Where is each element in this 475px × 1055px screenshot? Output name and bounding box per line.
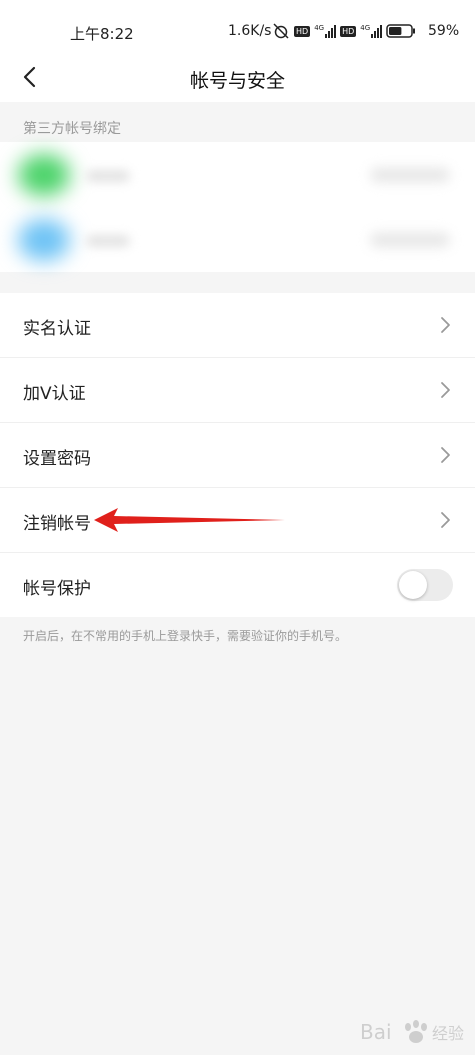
toggle-knob (399, 571, 427, 599)
third-party-row[interactable] (0, 142, 475, 207)
third-party-name-blurred (86, 235, 130, 247)
menu-item-label: 加V认证 (23, 384, 86, 404)
baidu-watermark-icon: Bai 经验 (360, 1020, 464, 1044)
chevron-right-icon (441, 447, 450, 463)
signal-4g-icon: 4G (360, 24, 383, 38)
protection-footnote: 开启后，在不常用的手机上登录快手，需要验证你的手机号。 (23, 629, 348, 643)
section-label-third-party: 第三方帐号绑定 (23, 121, 121, 137)
hd-badge-icon: HD (340, 25, 357, 37)
battery-icon (386, 24, 416, 38)
menu-item-real-name-verification[interactable]: 实名认证 (0, 293, 475, 358)
status-bar: 上午8:22 1.6K/s HD 4G HD 4G 59% (0, 0, 475, 52)
chevron-right-icon (441, 512, 450, 528)
third-party-status-blurred (370, 233, 450, 247)
menu-item-label: 帐号保护 (23, 579, 91, 599)
third-party-app-icon (18, 154, 70, 196)
third-party-app-icon (18, 219, 70, 261)
third-party-name-blurred (86, 170, 130, 182)
nav-bar: 帐号与安全 (0, 52, 475, 102)
menu-item-label: 设置密码 (23, 449, 91, 469)
network-speed: 1.6K/s (228, 23, 272, 39)
annotation-arrow-icon (94, 508, 285, 532)
menu-item-v-verification[interactable]: 加V认证 (0, 358, 475, 423)
menu-item-set-password[interactable]: 设置密码 (0, 423, 475, 488)
svg-text:Bai: Bai (360, 1020, 392, 1044)
signal-4g-icon: 4G (314, 24, 337, 38)
chevron-right-icon (441, 317, 450, 333)
menu-item-label: 注销帐号 (23, 514, 91, 534)
hd-badge-icon: HD (294, 25, 311, 37)
battery-percent: 59% (428, 23, 460, 39)
chevron-right-icon (441, 382, 450, 398)
third-party-row[interactable] (0, 207, 475, 272)
status-time: 上午8:22 (70, 25, 134, 43)
third-party-status-blurred (370, 168, 450, 182)
menu-item-account-protection: 帐号保护 (0, 553, 475, 617)
menu-item-label: 实名认证 (23, 319, 91, 339)
settings-menu: 实名认证 加V认证 设置密码 注销帐号 帐号保护 (0, 293, 475, 617)
third-party-list (0, 142, 475, 272)
status-icons: HD 4G HD 4G (272, 22, 416, 40)
alarm-off-icon (273, 23, 289, 39)
account-protection-toggle[interactable] (397, 569, 453, 601)
page-title: 帐号与安全 (189, 70, 285, 92)
svg-text:经验: 经验 (432, 1024, 464, 1043)
